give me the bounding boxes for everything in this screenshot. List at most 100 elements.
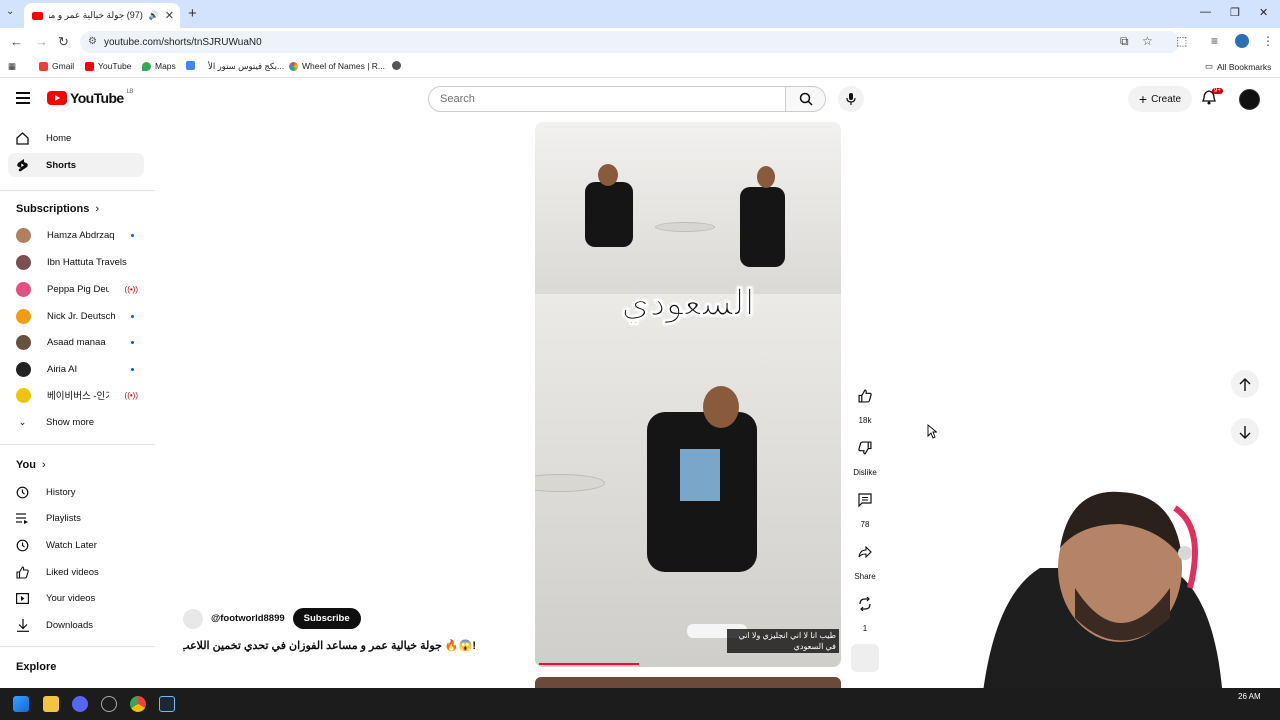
account-avatar[interactable] xyxy=(1239,89,1260,110)
close-window-icon[interactable]: ✕ xyxy=(1259,6,1268,19)
install-app-icon[interactable]: ⧉ xyxy=(1120,34,1129,49)
wheel-icon xyxy=(289,61,298,71)
file-explorer-icon[interactable] xyxy=(43,696,59,712)
subscription-item[interactable]: Ibn Hattuta Travels xyxy=(8,250,144,274)
browser-tab[interactable]: (97) جولة خيالية عمر و مساعد 🔊 ✕ xyxy=(24,3,180,28)
sidebar-item-label: Downloads xyxy=(46,619,93,631)
sidebar-item-watch-later[interactable]: Watch Later xyxy=(8,533,144,557)
share-button[interactable] xyxy=(851,538,879,566)
new-content-dot xyxy=(131,233,134,237)
maximize-icon[interactable]: ❐ xyxy=(1230,6,1240,19)
sidebar-item-history[interactable]: History xyxy=(8,480,144,504)
chrome-icon[interactable] xyxy=(130,696,146,712)
live-icon: ((•)) xyxy=(124,390,138,400)
arrow-down-icon xyxy=(1239,425,1251,439)
back-icon[interactable]: ← xyxy=(10,34,23,49)
sidebar-item-playlists[interactable]: Playlists xyxy=(8,506,144,530)
subscriptions-heading[interactable]: Subscriptions › xyxy=(16,203,99,215)
windows-start-icon[interactable] xyxy=(13,696,29,712)
folder-icon: ▭ xyxy=(1205,61,1214,71)
channel-avatar[interactable] xyxy=(183,608,203,629)
subscription-item[interactable]: Peppa Pig Deutsch... ((•)) xyxy=(8,277,144,301)
address-bar[interactable]: ⚙ youtube.com/shorts/tnSJRUWuaN0 xyxy=(80,31,1180,53)
comments-button[interactable] xyxy=(851,486,879,514)
menu-icon[interactable] xyxy=(16,92,30,104)
like-button[interactable] xyxy=(851,382,879,410)
video-person-head xyxy=(757,166,775,188)
next-short-preview[interactable] xyxy=(535,677,841,688)
sidebar-item-shorts[interactable]: Shorts xyxy=(8,153,144,177)
subscription-item[interactable]: Airia AI xyxy=(8,357,144,381)
bookmark-maps[interactable]: Maps xyxy=(142,61,176,71)
channel-name[interactable]: @footworld8899 xyxy=(211,613,285,624)
bookmark-label: YouTube xyxy=(98,61,132,71)
bookmark-globe[interactable] xyxy=(392,61,401,70)
bookmark-wheel-of-names[interactable]: Wheel of Names | R... xyxy=(289,61,385,71)
new-content-dot xyxy=(131,367,134,371)
new-tab-button[interactable]: + xyxy=(188,5,197,22)
sidebar-item-label: Your videos xyxy=(46,592,96,604)
download-icon xyxy=(16,618,29,632)
sidebar-item-downloads[interactable]: Downloads xyxy=(8,613,144,637)
voice-search-button[interactable] xyxy=(838,86,864,112)
subscriptions-title: Subscriptions xyxy=(16,203,90,215)
bookmark-store[interactable]: بكج فيتوس ستور الأ... xyxy=(208,61,284,72)
subscription-item[interactable]: Nick Jr. Deutschl... xyxy=(8,304,144,328)
close-tab-icon[interactable]: ✕ xyxy=(165,9,174,22)
short-title[interactable]: !😱🔥 جولة خيالية عمر و مساعد الفوزان في ت… xyxy=(183,639,476,652)
extensions-icon[interactable]: ⬚ xyxy=(1176,34,1187,48)
profile-avatar-icon[interactable] xyxy=(1235,34,1249,48)
media-control-icon[interactable]: ≡ xyxy=(1211,34,1218,48)
search-input[interactable]: Search xyxy=(428,86,786,112)
subscribe-button[interactable]: Subscribe xyxy=(292,608,361,629)
remix-icon xyxy=(859,597,871,611)
app-icon[interactable] xyxy=(101,696,117,712)
video-person xyxy=(585,182,633,247)
thumbs-up-icon xyxy=(858,389,872,403)
speaker-icon[interactable]: 🔊 xyxy=(149,11,159,20)
video-person-head xyxy=(598,164,618,186)
next-short-button[interactable] xyxy=(1231,418,1259,446)
show-more-button[interactable]: ⌄ Show more xyxy=(8,410,144,434)
reload-icon[interactable]: ↻ xyxy=(58,34,69,50)
site-info-icon[interactable]: ⚙ xyxy=(88,36,97,47)
discord-icon[interactable] xyxy=(72,696,88,712)
sidebar-item-your-videos[interactable]: Your videos xyxy=(8,586,144,610)
browser-menu-icon[interactable]: ⋮ xyxy=(1262,34,1274,48)
subscription-item[interactable]: Hamza Abdrzaq xyxy=(8,223,144,247)
search-button[interactable] xyxy=(786,86,826,112)
short-video-player[interactable]: السعودي طيب انا لا اني انجليزي ولا اني ف… xyxy=(535,122,841,667)
bookmark-star-icon[interactable]: ☆ xyxy=(1142,34,1153,48)
bookmark-youtube[interactable]: YouTube xyxy=(85,61,131,71)
steam-icon[interactable] xyxy=(159,696,175,712)
sidebar-item-label: Watch Later xyxy=(46,539,97,551)
channel-avatar xyxy=(16,227,31,243)
video-person-head xyxy=(703,386,739,428)
sound-thumbnail[interactable] xyxy=(851,644,879,672)
youtube-logo[interactable]: YouTube LB xyxy=(47,89,133,106)
you-heading[interactable]: You › xyxy=(16,459,46,471)
sidebar-item-liked-videos[interactable]: Liked videos xyxy=(8,560,144,584)
subscription-item[interactable]: Asaad manaa xyxy=(8,330,144,354)
create-button[interactable]: + Create xyxy=(1128,86,1192,112)
tab-search-icon[interactable]: ⌄ xyxy=(6,6,14,17)
youtube-play-icon xyxy=(47,91,67,105)
all-bookmarks-button[interactable]: ▭ All Bookmarks xyxy=(1205,61,1271,72)
sidebar-item-home[interactable]: Home xyxy=(8,126,144,150)
live-icon: ((•)) xyxy=(124,284,138,294)
youtube-header: YouTube LB Search + Create 9+ xyxy=(0,78,1280,122)
bookmark-gmail[interactable]: Gmail xyxy=(39,61,74,71)
docs-icon xyxy=(186,61,195,70)
forward-icon[interactable]: → xyxy=(35,34,48,49)
remix-button[interactable] xyxy=(851,590,879,618)
channel-name: Asaad manaa xyxy=(47,336,106,348)
channel-name: Hamza Abdrzaq xyxy=(47,229,115,241)
taskbar-clock[interactable]: 26 AM xyxy=(1238,692,1261,701)
bookmark-docs[interactable] xyxy=(186,61,195,70)
minimize-icon[interactable]: — xyxy=(1200,6,1211,18)
video-progress-bar[interactable] xyxy=(539,663,639,665)
subscription-item[interactable]: 베이비버스 -인기... ((•)) xyxy=(8,383,144,407)
dislike-button[interactable] xyxy=(851,434,879,462)
apps-grid-icon[interactable]: ▦ xyxy=(8,61,16,72)
previous-short-button[interactable] xyxy=(1231,370,1259,398)
